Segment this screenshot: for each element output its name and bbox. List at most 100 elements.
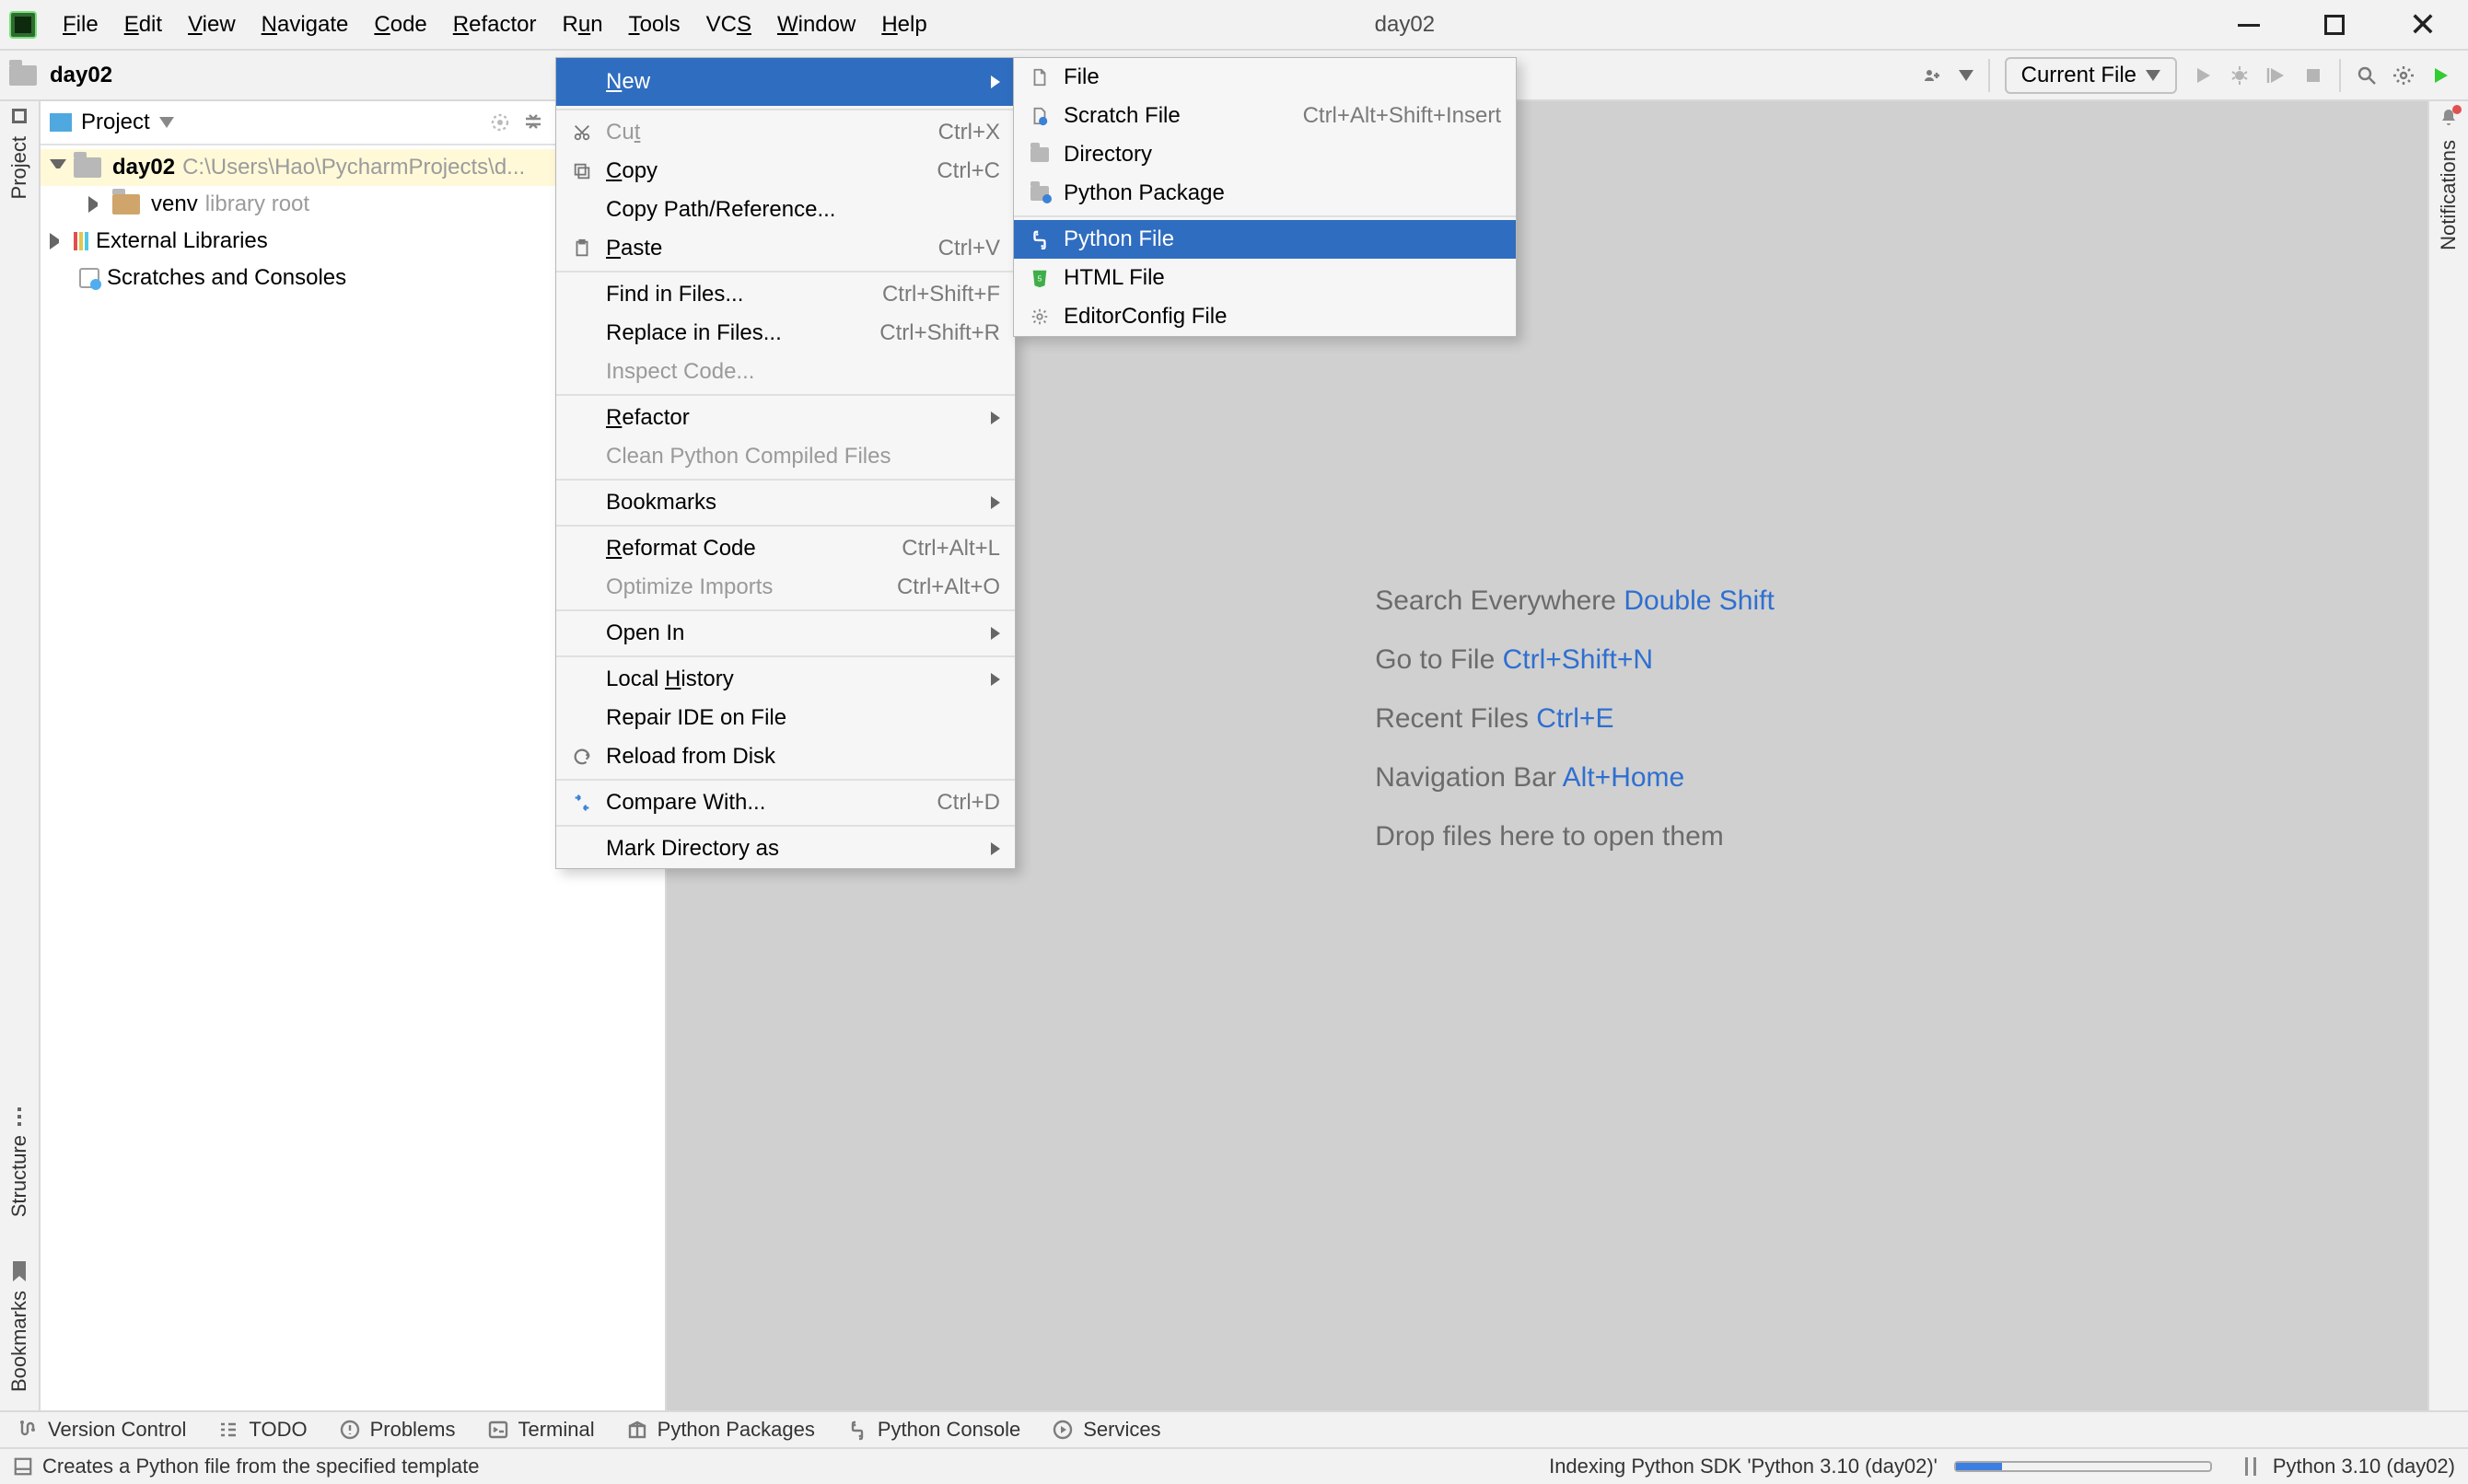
structure-rail-icon [17,1107,21,1126]
ctx-label: New [606,69,978,95]
blank-icon [571,576,593,598]
status-grip-icon[interactable] [2245,1457,2256,1476]
ctx-repair-ide-on-file[interactable]: Repair IDE on File [556,699,1015,737]
run-anything-icon[interactable] [2429,64,2451,87]
new-file[interactable]: File [1014,58,1516,97]
ctx-paste[interactable]: PasteCtrl+V [556,229,1015,268]
bookmarks-tool-button[interactable]: Bookmarks [7,1261,31,1397]
new-python-file[interactable]: Python File [1014,220,1516,259]
ctx-open-in[interactable]: Open In [556,614,1015,653]
menu-navigate[interactable]: Navigate [249,6,362,43]
ctx-label: Reformat Code [606,536,889,562]
ctx-reformat-code[interactable]: Reformat Code Ctrl+Alt+L [556,529,1015,568]
blank-icon [571,322,593,344]
tree-root-name: day02 [112,155,175,180]
status-hint: Creates a Python file from the specified… [42,1455,479,1478]
shortcut: Ctrl+D [937,790,1000,816]
status-indexing[interactable]: Indexing Python SDK 'Python 3.10 (day02)… [1549,1455,1938,1478]
progress-bar[interactable] [1954,1461,2212,1472]
tree-root-path: C:\Users\Hao\PycharmProjects\d... [182,155,525,180]
blank-icon [571,199,593,221]
ctx-label: Compare With... [606,790,924,816]
new-directory[interactable]: Directory [1014,135,1516,174]
bell-icon [2438,107,2460,129]
debug-icon[interactable] [2229,64,2251,87]
editorconfig-icon [1029,306,1051,328]
new-python-package[interactable]: Python Package [1014,174,1516,213]
ctx-replace-in-files[interactable]: Replace in Files...Ctrl+Shift+R [556,314,1015,353]
ctx-local-history[interactable]: Local History [556,660,1015,699]
project-panel-title[interactable]: Project [81,110,150,135]
blank-icon [571,492,593,514]
new-editorconfig-file[interactable]: EditorConfig File [1014,297,1516,336]
stop-icon[interactable] [2302,64,2324,87]
project-view-chevron-icon[interactable] [159,117,174,128]
tool-terminal[interactable]: Terminal [487,1418,595,1442]
ctx-reload-from-disk[interactable]: Reload from Disk [556,737,1015,776]
ctx-new[interactable]: New [556,58,1015,106]
menu-view[interactable]: View [175,6,249,43]
app-logo-icon [9,11,37,39]
ctx-mark-directory-as[interactable]: Mark Directory as [556,829,1015,868]
code-with-me-icon[interactable] [1922,64,1944,87]
ctx-refactor[interactable]: Refactor [556,399,1015,437]
ctx-label: Copy Path/Reference... [606,197,1000,223]
ctx-find-in-files[interactable]: Find in Files...Ctrl+Shift+F [556,275,1015,314]
ctx-label: Copy [606,158,924,184]
new-scratch-file[interactable]: Scratch FileCtrl+Alt+Shift+Insert [1014,97,1516,135]
expand-all-icon[interactable] [521,110,545,134]
project-view-icon [50,113,72,132]
coverage-icon[interactable] [2265,64,2288,87]
run-config-selector[interactable]: Current File [2005,57,2177,94]
submenu-label: Directory [1064,142,1501,168]
ctx-copy-path-reference[interactable]: Copy Path/Reference... [556,191,1015,229]
status-toolwindow-icon[interactable] [13,1456,33,1477]
tool-python-packages[interactable]: Python Packages [626,1418,815,1442]
structure-tool-button[interactable]: Structure [7,1107,31,1223]
status-interpreter[interactable]: Python 3.10 (day02) [2273,1455,2455,1478]
ctx-bookmarks[interactable]: Bookmarks [556,483,1015,522]
window-maximize-button[interactable] [2324,15,2345,35]
submenu-label: EditorConfig File [1064,304,1501,330]
menu-code[interactable]: Code [361,6,439,43]
tree-venv-name: venv [151,191,198,217]
window-title: day02 [572,12,2238,38]
ctx-inspect-code: Inspect Code... [556,353,1015,391]
blank-icon [571,361,593,383]
external-libraries-icon [74,232,88,250]
tool-problems[interactable]: Problems [339,1418,456,1442]
context-menu[interactable]: New CutCtrl+XCopyCtrl+C Copy Path/Referenc… [555,57,1016,869]
settings-gear-icon[interactable] [2392,64,2415,87]
menu-refactor[interactable]: Refactor [440,6,550,43]
menu-file[interactable]: File [50,6,111,43]
tool-python-console[interactable]: Python Console [846,1418,1020,1442]
tool-services[interactable]: Services [1052,1418,1160,1442]
new-submenu[interactable]: FileScratch FileCtrl+Alt+Shift+Insert Dir… [1013,57,1517,337]
search-icon[interactable] [2356,64,2378,87]
dir-icon [1029,144,1051,166]
ctx-cut: CutCtrl+X [556,113,1015,152]
folder-icon [9,65,37,86]
code-with-me-dropdown-icon[interactable] [1959,70,1973,81]
tool-todo[interactable]: TODO [217,1418,307,1442]
new-html-file[interactable]: 5HTML File [1014,259,1516,297]
separator [556,609,1015,611]
chevron-down-icon[interactable] [50,159,66,176]
select-opened-file-icon[interactable] [488,110,512,134]
notifications-tool-button[interactable]: Notifications [2437,107,2461,256]
project-tool-button[interactable]: Project [7,109,31,204]
menu-edit[interactable]: Edit [111,6,175,43]
run-icon[interactable] [2192,64,2214,87]
ctx-label: Clean Python Compiled Files [606,444,1000,470]
ctx-compare-with[interactable]: Compare With... Ctrl+D [556,783,1015,822]
chevron-right-icon[interactable] [50,233,66,249]
status-bar: Creates a Python file from the specified… [0,1447,2468,1484]
main-body: Project Structure Bookmarks Project [0,101,2468,1410]
breadcrumb-project[interactable]: day02 [50,63,112,88]
shortcut: Ctrl+Alt+L [902,536,1000,562]
window-close-button[interactable]: ✕ [2409,11,2437,39]
tool-version-control[interactable]: Version Control [17,1418,186,1442]
chevron-right-icon[interactable] [88,196,105,213]
ctx-copy[interactable]: CopyCtrl+C [556,152,1015,191]
window-minimize-button[interactable] [2238,24,2260,27]
